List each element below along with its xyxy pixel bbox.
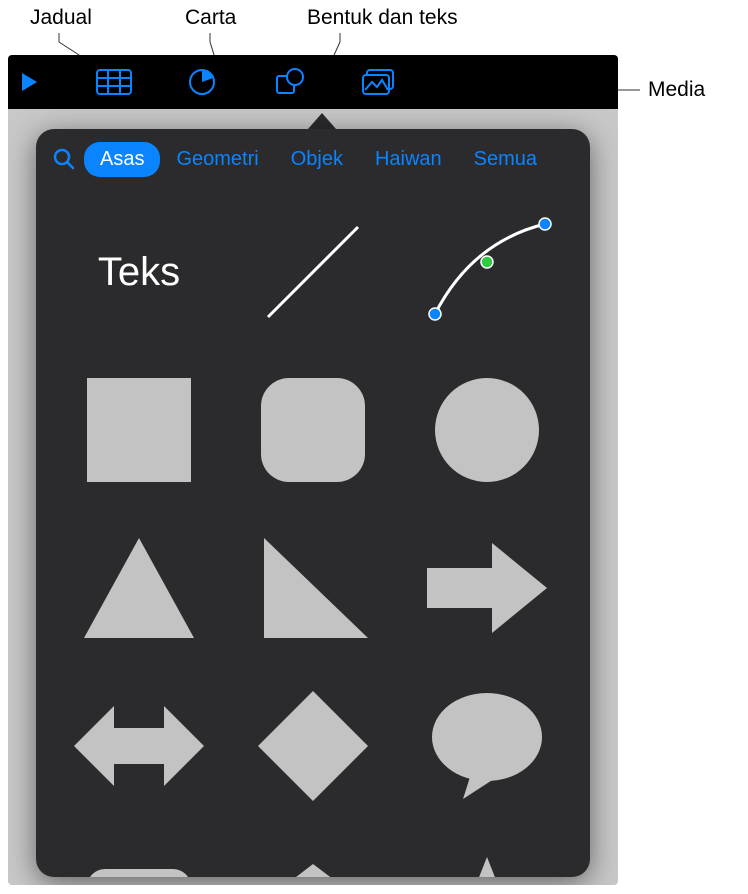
shapes-grid: Teks — [36, 189, 590, 877]
category-bar: Asas Geometri Objek Haiwan Semua — [36, 129, 590, 189]
category-objects[interactable]: Objek — [275, 142, 359, 177]
shape-double-arrow[interactable] — [64, 676, 214, 816]
shapes-button[interactable] — [246, 55, 334, 109]
device-frame: Asas Geometri Objek Haiwan Semua Teks — [8, 55, 618, 885]
shape-triangle[interactable] — [64, 518, 214, 658]
shape-text[interactable]: Teks — [64, 202, 214, 342]
callout-media: Media — [648, 78, 705, 102]
shape-rounded-rect[interactable] — [64, 834, 214, 877]
category-all[interactable]: Semua — [458, 142, 553, 177]
play-button[interactable] — [20, 55, 70, 109]
callout-shapes-text: Bentuk dan teks — [307, 6, 458, 30]
arrow-right-icon — [422, 538, 552, 638]
shape-right-triangle[interactable] — [238, 518, 388, 658]
callout-chart: Carta — [185, 6, 236, 30]
shape-text-label: Teks — [98, 250, 180, 295]
shape-line[interactable] — [238, 202, 388, 342]
table-button[interactable] — [70, 55, 158, 109]
shape-arrow-right[interactable] — [412, 518, 562, 658]
right-triangle-icon — [256, 533, 371, 643]
category-animals[interactable]: Haiwan — [359, 142, 458, 177]
rounded-rect-icon — [84, 849, 194, 877]
chart-button[interactable] — [158, 55, 246, 109]
media-icon — [361, 68, 395, 96]
search-button[interactable] — [44, 148, 84, 170]
pentagon-icon — [256, 849, 371, 877]
shape-rounded-square[interactable] — [238, 360, 388, 500]
callout-table: Jadual — [30, 6, 92, 30]
rounded-square-icon — [258, 375, 368, 485]
shape-speech-bubble[interactable] — [412, 676, 562, 816]
search-icon — [53, 148, 75, 170]
media-button[interactable] — [334, 55, 422, 109]
play-icon — [20, 72, 38, 92]
shape-curve-pen[interactable] — [412, 202, 562, 342]
category-basic[interactable]: Asas — [84, 142, 160, 177]
popover-arrow — [308, 113, 336, 129]
shape-star[interactable] — [412, 834, 562, 877]
shape-diamond[interactable] — [238, 676, 388, 816]
shape-square[interactable] — [64, 360, 214, 500]
star-icon — [427, 847, 547, 878]
double-arrow-icon — [69, 696, 209, 796]
diamond-icon — [253, 686, 373, 806]
circle-icon — [432, 375, 542, 485]
shape-pentagon[interactable] — [238, 834, 388, 877]
line-icon — [253, 212, 373, 332]
speech-bubble-icon — [427, 689, 547, 804]
chart-icon — [188, 68, 216, 96]
triangle-icon — [79, 533, 199, 643]
shapes-icon — [275, 68, 305, 96]
square-icon — [84, 375, 194, 485]
toolbar — [8, 55, 618, 109]
category-geometry[interactable]: Geometri — [160, 142, 274, 177]
shape-circle[interactable] — [412, 360, 562, 500]
shapes-popover: Asas Geometri Objek Haiwan Semua Teks — [36, 129, 590, 877]
curve-pen-icon — [417, 212, 557, 332]
table-icon — [96, 69, 132, 95]
